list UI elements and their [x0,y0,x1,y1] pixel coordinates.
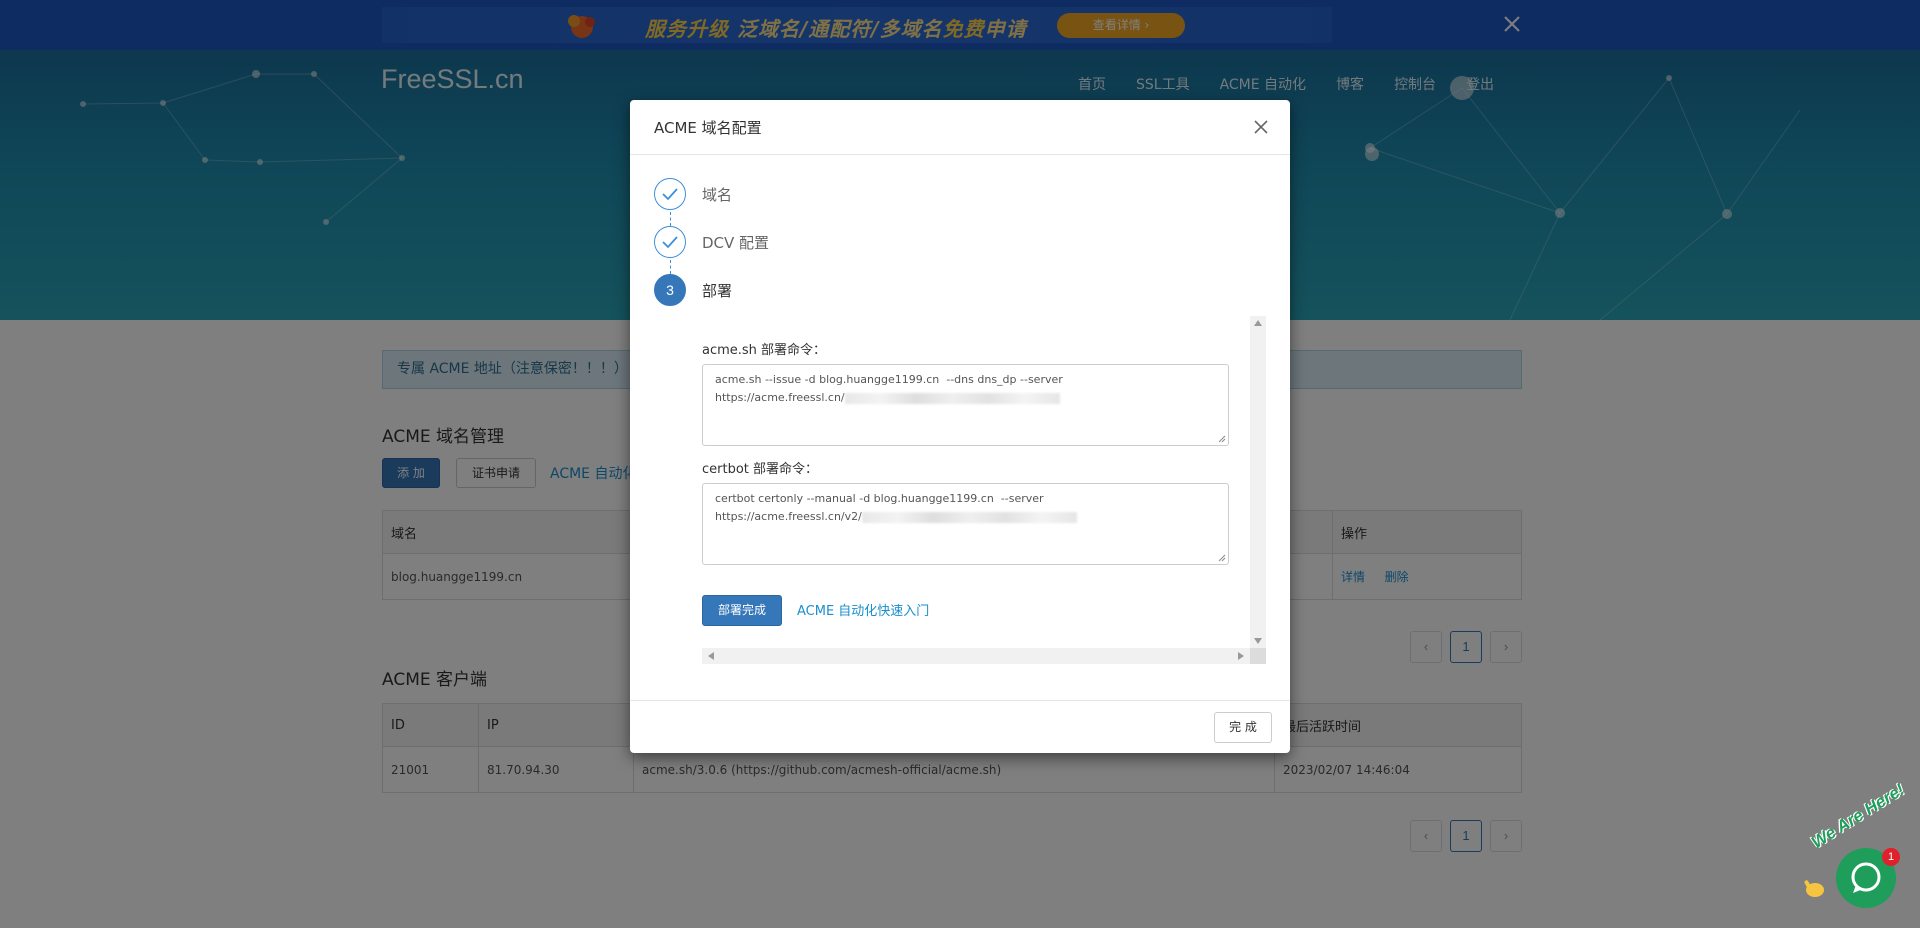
resize-grip-icon[interactable] [1218,554,1226,562]
step-connector [670,260,671,274]
check-icon [654,178,686,210]
acme-config-modal: ACME 域名配置 域名 DCV 配置 3 部署 acme.sh 部署命令： a… [630,100,1290,753]
certbot-label: certbot 部署命令： [702,462,819,477]
acme-cmd-line1: acme.sh --issue -d blog.huangge1199.cn -… [715,373,1063,386]
certbot-cmd-line1: certbot certonly --manual -d blog.huangg… [715,492,1044,505]
horizontal-scrollbar[interactable] [702,648,1250,664]
step-label: DCV 配置 [702,234,770,252]
modal-header: ACME 域名配置 [630,100,1290,155]
finish-button[interactable]: 完 成 [1214,712,1272,743]
vertical-scrollbar[interactable] [1250,316,1266,648]
acme-sh-label: acme.sh 部署命令： [702,343,827,358]
scroll-left-icon[interactable] [708,652,714,660]
redacted-token [844,392,1060,404]
acme-quickstart-link[interactable]: ACME 自动化快速入门 [797,600,929,619]
step-domain: 域名 [654,178,954,210]
deploy-done-button[interactable]: 部署完成 [702,595,782,626]
step-dcv: DCV 配置 [654,226,954,258]
certbot-cmd-line2: https://acme.freessl.cn/v2/ [715,510,862,523]
step-connector [670,212,671,226]
certbot-command-textarea[interactable]: certbot certonly --manual -d blog.huangg… [702,483,1229,565]
step-deploy: 3 部署 [654,274,954,306]
scroll-down-icon[interactable] [1254,638,1262,644]
close-icon[interactable] [1250,116,1272,138]
redacted-token [861,511,1077,523]
waving-hand-icon [1804,880,1824,897]
acme-sh-command-textarea[interactable]: acme.sh --issue -d blog.huangge1199.cn -… [702,364,1229,446]
modal-footer: 完 成 [630,700,1290,753]
acme-cmd-line2: https://acme.freessl.cn/ [715,391,845,404]
deploy-content-scroll[interactable]: acme.sh 部署命令： acme.sh --issue -d blog.hu… [702,316,1266,664]
modal-title: ACME 域名配置 [654,119,762,137]
scrollbar-corner [1250,648,1266,664]
step-number: 3 [654,274,686,306]
chat-unread-badge: 1 [1882,848,1900,866]
resize-grip-icon[interactable] [1218,435,1226,443]
step-label: 域名 [702,186,733,204]
step-label: 部署 [702,282,733,300]
scroll-right-icon[interactable] [1238,652,1244,660]
check-icon [654,226,686,258]
chat-widget[interactable]: We Are Here! 1 [1798,780,1908,918]
scroll-up-icon[interactable] [1254,320,1262,326]
